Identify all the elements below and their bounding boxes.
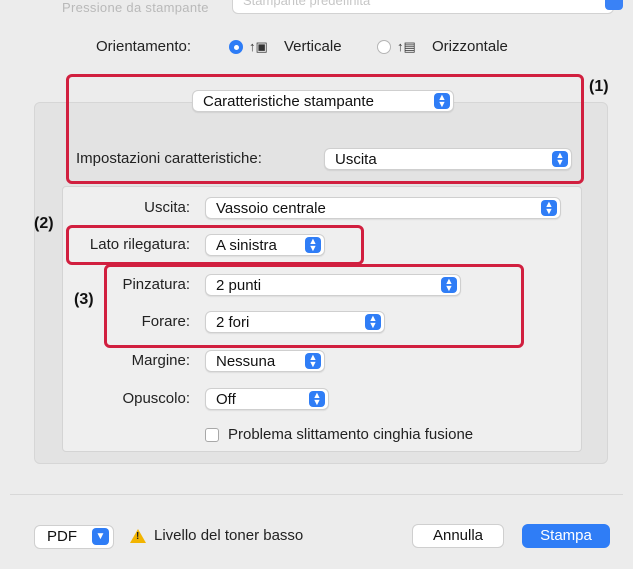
orientation-label: Orientamento:: [96, 38, 192, 55]
landscape-orientation-icon: ↑▤: [397, 39, 416, 54]
up-down-chevron-icon: ▲ ▼: [541, 200, 557, 216]
fuser-belt-checkbox[interactable]: [205, 428, 219, 442]
portrait-radio[interactable]: [229, 40, 243, 54]
cancel-button[interactable]: Annulla: [412, 524, 504, 548]
footer-divider: [10, 494, 623, 495]
top-row-arrows-icon[interactable]: [605, 0, 623, 10]
margin-label: Margine:: [131, 352, 190, 369]
fuser-belt-label: Problema slittamento cinghia fusione: [228, 426, 474, 443]
landscape-radio[interactable]: [377, 40, 391, 54]
output-label: Uscita:: [144, 199, 190, 216]
portrait-orientation-icon: ↑▣: [249, 39, 268, 54]
margin-value: Nessuna: [216, 353, 276, 370]
toner-warning-text: Livello del toner basso: [154, 527, 304, 544]
margin-popup[interactable]: Nessuna ▲ ▼: [205, 350, 325, 372]
callout-number-1: (1): [589, 78, 609, 95]
callout-number-3: (3): [74, 291, 94, 308]
print-button[interactable]: Stampa: [522, 524, 610, 548]
warning-triangle-icon: [130, 529, 146, 543]
top-row-value: Stampante predefinita: [243, 0, 371, 8]
top-row-label: Pressione da stampante: [62, 0, 209, 15]
callout-number-2: (2): [34, 215, 54, 232]
pdf-menu-button[interactable]: PDF ▼: [34, 525, 114, 549]
landscape-label: Orizzontale: [432, 38, 508, 55]
booklet-popup[interactable]: Off ▲ ▼: [205, 388, 329, 410]
up-down-chevron-icon: ▲ ▼: [309, 391, 325, 407]
pdf-label: PDF: [47, 528, 77, 545]
callout-box-3: [104, 264, 524, 348]
booklet-label: Opuscolo:: [122, 390, 190, 407]
portrait-label: Verticale: [284, 38, 342, 55]
callout-box-2: [66, 225, 364, 265]
output-popup[interactable]: Vassoio centrale ▲ ▼: [205, 197, 561, 219]
callout-box-1: [66, 74, 584, 184]
up-down-chevron-icon: ▲ ▼: [305, 353, 321, 369]
booklet-value: Off: [216, 391, 236, 408]
output-value: Vassoio centrale: [216, 200, 326, 217]
top-row-field[interactable]: Stampante predefinita: [232, 0, 614, 14]
chevron-down-icon: ▼: [92, 528, 109, 545]
